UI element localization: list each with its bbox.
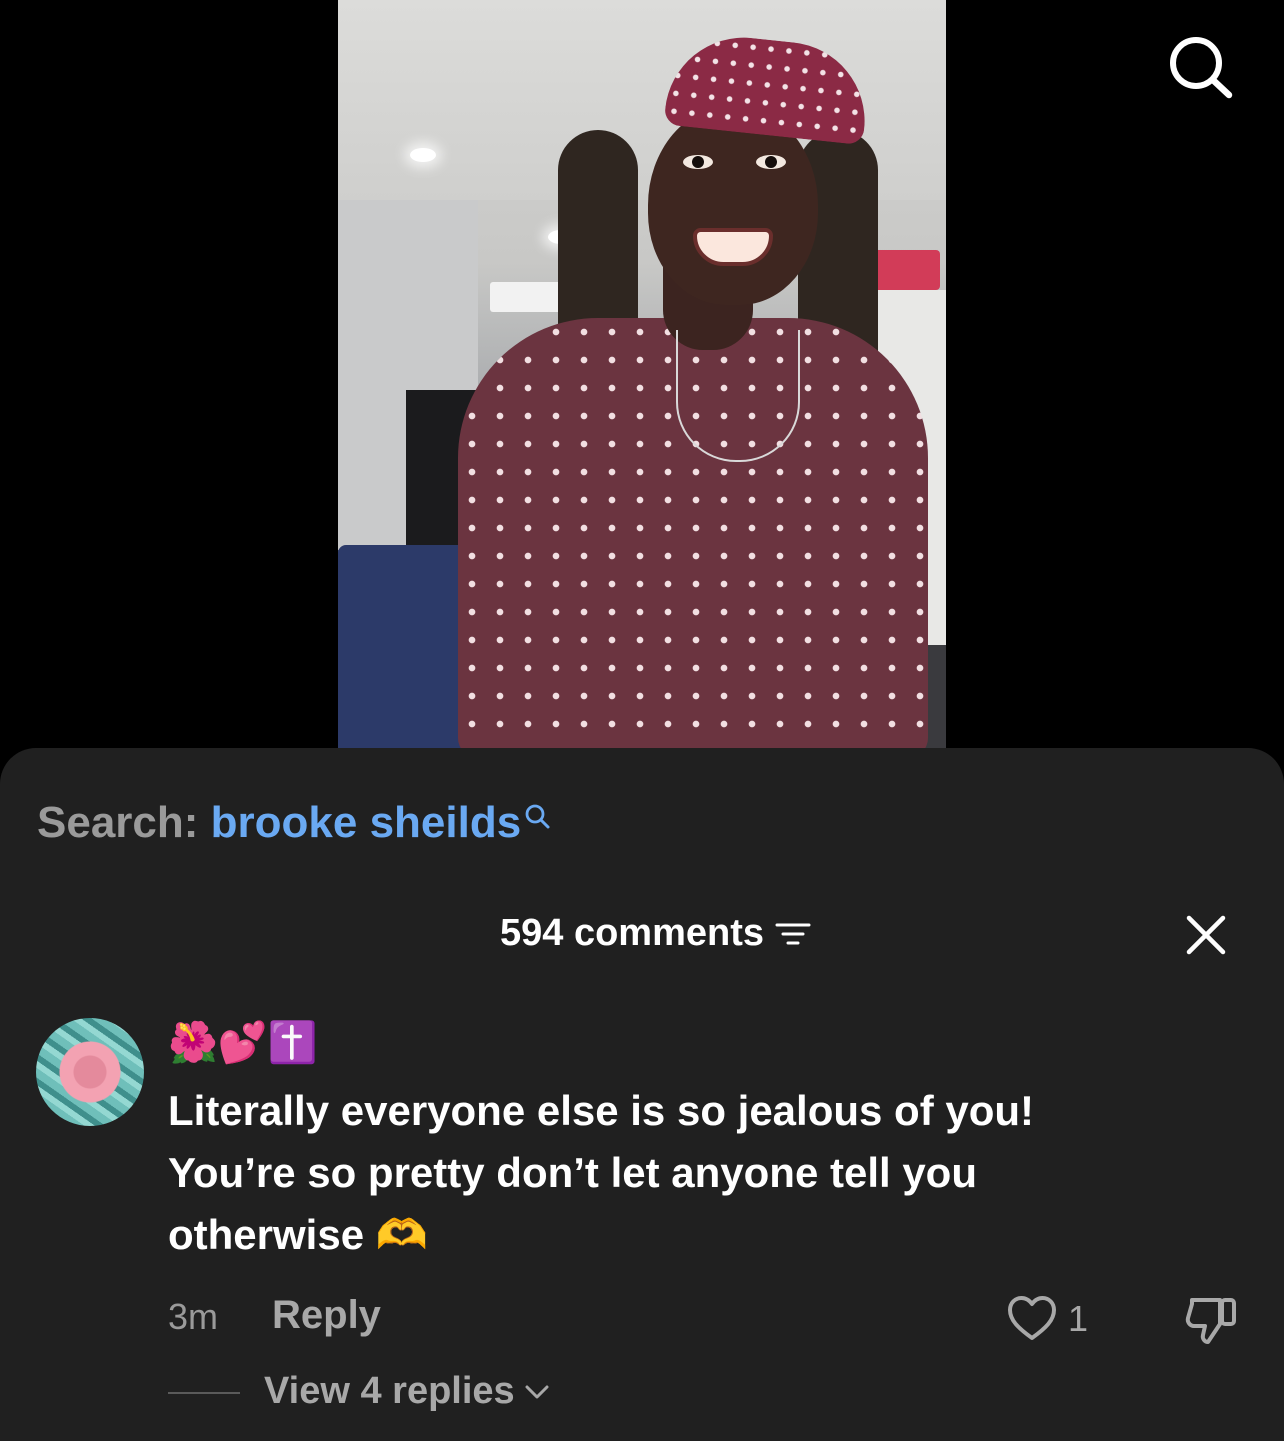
avatar[interactable] xyxy=(36,1018,144,1126)
like-count: 1 xyxy=(1068,1298,1089,1339)
view-replies-button[interactable]: View 4 replies xyxy=(264,1370,551,1413)
video-eye xyxy=(756,155,786,169)
comment-username[interactable]: 🌺💕✝️ xyxy=(168,1018,317,1068)
search-term-link[interactable]: brooke sheilds xyxy=(211,798,522,847)
view-replies-label: View 4 replies xyxy=(264,1370,515,1412)
search-icon[interactable] xyxy=(1166,34,1234,100)
replies-divider xyxy=(168,1392,240,1394)
chevron-down-icon xyxy=(525,1385,549,1398)
comment-text: Literally everyone else is so jealous of… xyxy=(168,1087,1035,1258)
search-icon[interactable] xyxy=(523,802,553,832)
video-eye xyxy=(683,155,713,169)
filter-icon[interactable] xyxy=(774,921,812,947)
video-red-object xyxy=(874,250,940,290)
search-suggestion[interactable]: Search: brooke sheilds xyxy=(37,798,553,848)
video-necklace xyxy=(676,330,800,462)
close-icon[interactable] xyxy=(1184,913,1228,957)
video-ceiling-light xyxy=(410,148,436,162)
thumbs-down-icon[interactable] xyxy=(1184,1290,1238,1346)
reply-button[interactable]: Reply xyxy=(272,1293,381,1338)
video-player[interactable] xyxy=(338,0,946,748)
comments-count-label: 594 comments xyxy=(500,912,765,954)
comment-timestamp: 3m xyxy=(168,1296,219,1337)
comments-count-header[interactable]: 594 comments xyxy=(500,912,812,955)
heart-icon[interactable] xyxy=(1006,1294,1058,1342)
search-prefix: Search: xyxy=(37,798,199,847)
